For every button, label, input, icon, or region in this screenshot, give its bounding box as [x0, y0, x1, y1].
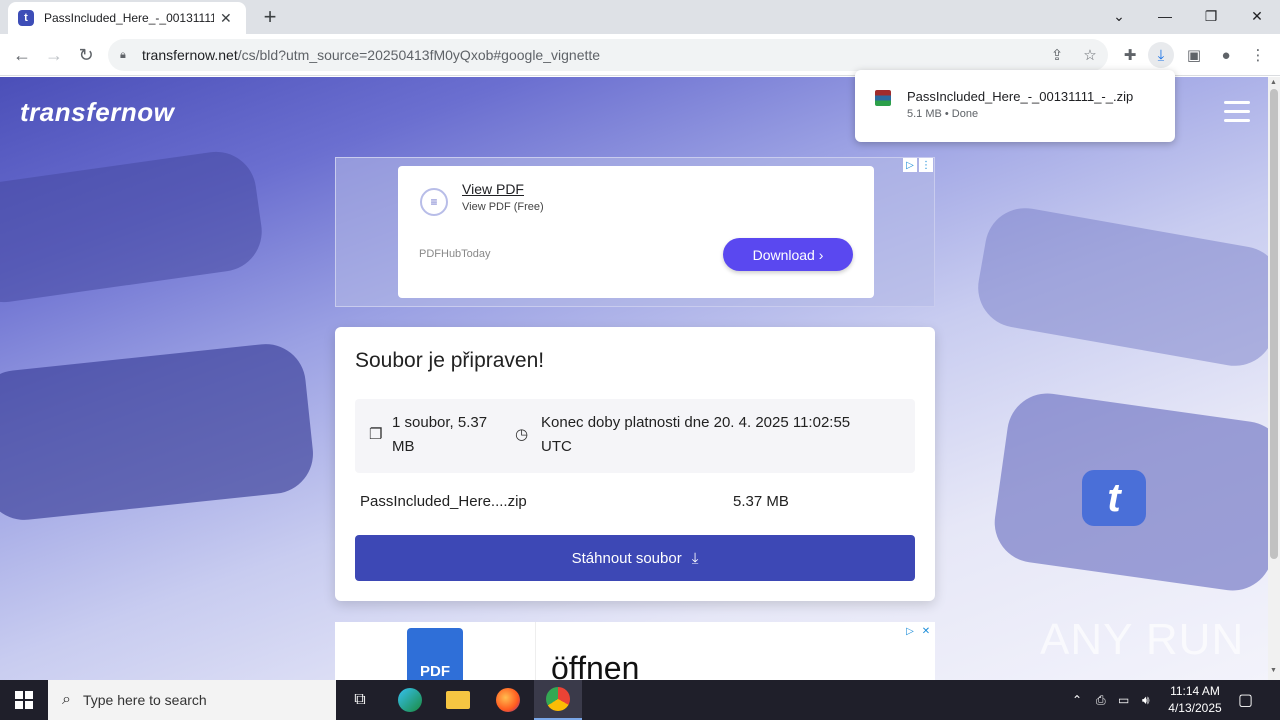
bookmark-star-icon[interactable]: ☆ — [1077, 42, 1103, 68]
anyrun-watermark: ANY RUN — [1040, 615, 1245, 664]
file-name: PassIncluded_Here....zip — [360, 493, 527, 510]
transfer-info: ❐ 1 soubor, 5.37 MB ◷ Konec doby platnost… — [355, 399, 915, 473]
pdf-app-icon: ≡ — [420, 188, 448, 216]
downloads-icon[interactable]: ⤓ — [1148, 42, 1174, 68]
taskbar-clock[interactable]: 11:14 AM 4/13/2025 — [1160, 683, 1230, 717]
files-icon: ❐ — [369, 426, 383, 443]
file-size: 5.37 MB — [733, 493, 789, 510]
reload-button[interactable]: ↻ — [73, 42, 99, 68]
clock-date: 4/13/2025 — [1168, 701, 1222, 715]
minimize-button[interactable]: — — [1142, 0, 1188, 32]
download-filename[interactable]: PassIncluded_Here_-_00131111_-_.zip — [907, 89, 1133, 104]
ad-download-button[interactable]: Download › — [723, 238, 853, 271]
tab-search-chevron-icon[interactable]: ⌄ — [1096, 0, 1142, 32]
file-explorer-icon[interactable] — [434, 680, 482, 720]
download-status: 5.1 MB • Done — [907, 108, 979, 120]
site-logo[interactable]: transfernow — [20, 97, 174, 128]
clock-time: 11:14 AM — [1170, 684, 1220, 698]
page-content: t transfernow ▷ ⋮ ≡ View PDF View PDF (F… — [0, 77, 1268, 680]
ad-options-icon[interactable]: ⋮ — [919, 158, 933, 172]
start-button[interactable] — [0, 680, 48, 720]
expiry-date: Konec doby platnosti dne 20. 4. 2025 11:… — [541, 411, 850, 459]
ad-brand: PDFHubToday — [419, 248, 491, 260]
volume-icon[interactable]: 🔊︎ — [1142, 680, 1150, 720]
tab-strip: t PassIncluded_Here_-_00131111_ ✕ + ⌄ — … — [0, 0, 1280, 34]
scroll-up-arrow-icon[interactable]: ▲ — [1270, 79, 1277, 86]
ad-subtitle: View PDF (Free) — [462, 201, 544, 213]
expiry-line2: UTC — [541, 438, 572, 455]
ad-close-icon[interactable]: ✕ — [919, 624, 933, 638]
chevron-right-icon: › — [818, 246, 824, 263]
tab-favicon-icon: t — [18, 10, 34, 26]
restore-button[interactable]: ❐ — [1188, 0, 1234, 32]
pdf-file-icon: PDF — [407, 628, 463, 680]
files-count-line2: MB — [392, 438, 415, 455]
pdf-icon-label: PDF — [420, 663, 450, 680]
firefox-icon[interactable] — [484, 680, 532, 720]
download-file-button[interactable]: Stáhnout soubor ⤓ — [355, 535, 915, 581]
side-panel-icon[interactable]: ▣ — [1181, 42, 1207, 68]
ad-title[interactable]: View PDF — [462, 181, 524, 197]
tray-chevron-up-icon[interactable]: ⌃ — [1072, 680, 1082, 720]
files-count: 1 soubor, 5.37 MB — [392, 411, 487, 459]
transfernow-t-logo-icon: t — [1082, 470, 1146, 526]
chrome-icon[interactable] — [534, 680, 582, 720]
zip-archive-icon — [875, 90, 891, 106]
files-count-line1: 1 soubor, 5.37 — [392, 414, 488, 431]
ad-download-label: Download — [752, 246, 815, 263]
new-tab-button[interactable]: + — [258, 4, 282, 30]
page-scrollbar[interactable]: ▲ ▼ — [1268, 77, 1280, 680]
ad-choices-icon[interactable]: ▷ — [903, 624, 917, 638]
network-icon[interactable]: ▭ — [1118, 680, 1129, 720]
taskbar-search-placeholder: Type here to search — [82, 692, 207, 708]
download-arrow-icon: ⤓ — [691, 549, 699, 567]
extensions-icon[interactable]: ✚ — [1117, 42, 1143, 68]
url-domain: transfernow.net — [142, 47, 238, 63]
ad-bottom-text: öffnen — [551, 650, 640, 680]
lock-icon: 🔒︎ — [120, 49, 126, 61]
windows-logo-icon — [15, 691, 33, 709]
profile-avatar-icon[interactable]: ● — [1213, 42, 1239, 68]
ad-card[interactable]: ≡ View PDF View PDF (Free) PDFHubToday D… — [398, 166, 874, 298]
background-decoration — [971, 201, 1268, 373]
menu-kebab-icon[interactable]: ⋮ — [1245, 42, 1271, 68]
ad-banner-bottom[interactable]: PDF öffnen ▷ ✕ — [335, 622, 935, 680]
notifications-icon[interactable]: ▢ — [1238, 680, 1253, 720]
url-path: /cs/bld?utm_source=20250413fM0yQxob#goog… — [237, 47, 601, 63]
tab-title: PassIncluded_Here_-_00131111_ — [44, 11, 214, 25]
scroll-down-arrow-icon[interactable]: ▼ — [1270, 667, 1277, 674]
background-decoration — [0, 340, 317, 524]
expiry-line1: Konec doby platnosti dne 20. 4. 2025 11:… — [541, 414, 851, 431]
tab-close-icon[interactable]: ✕ — [220, 10, 232, 27]
hamburger-menu-icon[interactable] — [1224, 101, 1250, 122]
clock-icon: ◷ — [515, 426, 529, 443]
download-file-label: Stáhnout soubor — [571, 549, 682, 567]
page-title: Soubor je připraven! — [355, 349, 545, 372]
task-view-icon[interactable]: ⧉ — [336, 680, 384, 720]
ad-banner-top[interactable]: ▷ ⋮ ≡ View PDF View PDF (Free) PDFHubTod… — [335, 157, 935, 307]
taskbar-search[interactable]: ⌕ Type here to search — [48, 680, 336, 720]
background-decoration — [0, 146, 267, 308]
forward-button[interactable]: → — [41, 42, 67, 68]
back-button[interactable]: ← — [9, 42, 35, 68]
tray-device-icon[interactable]: ⎙ — [1096, 680, 1106, 720]
url-text: transfernow.net/cs/bld?utm_source=202504… — [142, 47, 600, 63]
ad-choices-icon[interactable]: ▷ — [903, 158, 917, 172]
address-bar[interactable]: 🔒︎ transfernow.net/cs/bld?utm_source=202… — [108, 39, 1108, 71]
divider — [535, 622, 536, 680]
close-window-button[interactable]: ✕ — [1234, 0, 1280, 32]
download-bubble[interactable]: PassIncluded_Here_-_00131111_-_.zip 5.1 … — [855, 70, 1175, 142]
search-icon: ⌕ — [62, 691, 71, 708]
edge-icon[interactable] — [386, 680, 434, 720]
windows-taskbar: ⌕ Type here to search ⧉ ⌃ ⎙ ▭ 🔊︎ 11:14 A… — [0, 680, 1280, 720]
browser-tab[interactable]: t PassIncluded_Here_-_00131111_ ✕ — [8, 2, 246, 34]
download-card: Soubor je připraven! ❐ 1 soubor, 5.37 MB … — [335, 327, 935, 601]
scrollbar-thumb[interactable] — [1270, 89, 1278, 559]
share-icon[interactable]: ⇪ — [1044, 42, 1070, 68]
